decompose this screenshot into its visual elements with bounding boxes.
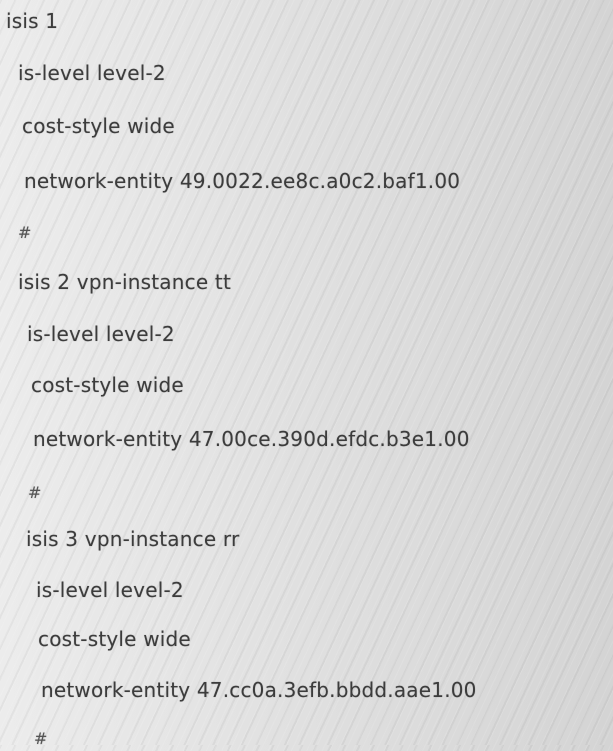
- config-line-separator: #: [34, 729, 48, 748]
- config-line-separator: #: [18, 223, 32, 242]
- config-line-is-level: is-level level-2: [27, 322, 175, 346]
- config-line-isis-2: isis 2 vpn-instance tt: [18, 270, 231, 294]
- config-line-isis-3: isis 3 vpn-instance rr: [26, 527, 240, 551]
- config-line-cost-style: cost-style wide: [31, 373, 184, 397]
- config-line-isis-1: isis 1: [6, 9, 59, 33]
- config-display: isis 1 is-level level-2 cost-style wide …: [0, 0, 613, 748]
- config-line-cost-style: cost-style wide: [22, 114, 175, 138]
- config-line-separator: #: [28, 483, 42, 502]
- config-line-network-entity: network-entity 47.cc0a.3efb.bbdd.aae1.00: [41, 678, 477, 702]
- config-line-is-level: is-level level-2: [36, 578, 184, 602]
- config-line-is-level: is-level level-2: [18, 61, 166, 85]
- config-line-network-entity: network-entity 47.00ce.390d.efdc.b3e1.00: [33, 427, 470, 451]
- config-line-network-entity: network-entity 49.0022.ee8c.a0c2.baf1.00: [24, 169, 461, 193]
- config-line-cost-style: cost-style wide: [38, 627, 191, 651]
